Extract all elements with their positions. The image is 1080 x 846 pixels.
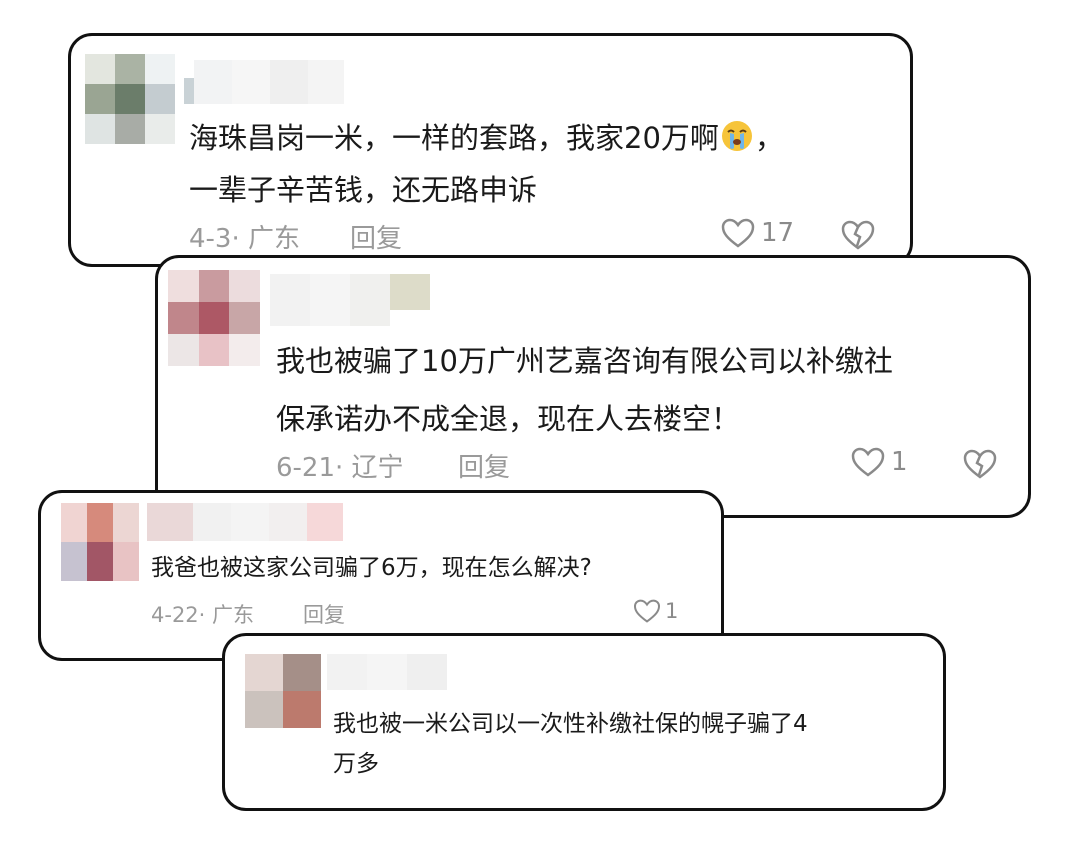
avatar[interactable]: [61, 503, 139, 581]
comment-line-2: 保承诺办不成全退，现在人去楼空！: [276, 402, 741, 436]
username-blurred[interactable]: [270, 274, 440, 326]
username-blurred[interactable]: [184, 60, 344, 104]
like-button[interactable]: 17: [721, 218, 794, 248]
comment-card-4: 我也被一米公司以一次性补缴社保的幌子骗了4 万多: [222, 633, 946, 811]
heart-icon: [633, 599, 661, 623]
comment-text: 我也被骗了10万广州艺嘉咨询有限公司以补缴社 保承诺办不成全退，现在人去楼空！: [276, 332, 893, 448]
heart-icon: [851, 447, 885, 477]
comment-line-1: 我也被骗了10万广州艺嘉咨询有限公司以补缴社: [276, 344, 893, 378]
comment-text: 我也被一米公司以一次性补缴社保的幌子骗了4 万多: [333, 704, 808, 784]
crying-face-icon: [721, 120, 753, 152]
comment-date-region: 4-22· 广东: [151, 603, 255, 627]
comment-text: 海珠昌岗一米，一样的套路，我家20万啊 ， 一辈子辛苦钱，还无路申诉: [189, 112, 784, 216]
broken-heart-icon: [963, 449, 997, 479]
like-button[interactable]: 1: [633, 599, 678, 623]
avatar[interactable]: [85, 54, 175, 144]
comment-card-1: 海珠昌岗一米，一样的套路，我家20万啊 ， 一辈子辛苦钱，还无路申诉 4-3· …: [68, 33, 913, 267]
reply-button[interactable]: 回复: [350, 218, 402, 255]
like-count: 1: [891, 447, 908, 477]
like-count: 1: [665, 599, 679, 623]
comment-line-1: 我爸也被这家公司骗了6万，现在怎么解决?: [151, 555, 592, 581]
username-blurred[interactable]: [327, 654, 447, 690]
reply-button[interactable]: 回复: [303, 599, 345, 629]
comment-line-1a: 海珠昌岗一米，一样的套路，我家20万啊: [189, 121, 719, 155]
comment-date-region: 4-3· 广东: [189, 224, 300, 254]
avatar[interactable]: [168, 270, 260, 366]
broken-heart-icon: [841, 220, 875, 250]
comment-line-2: 一辈子辛苦钱，还无路申诉: [189, 173, 538, 207]
dislike-button[interactable]: [963, 449, 997, 479]
dislike-button[interactable]: [841, 220, 875, 250]
comment-date-region: 6-21· 辽宁: [276, 453, 404, 483]
like-count: 17: [761, 218, 795, 248]
comment-card-2: 我也被骗了10万广州艺嘉咨询有限公司以补缴社 保承诺办不成全退，现在人去楼空！ …: [155, 255, 1031, 518]
comment-line-1b: ，: [754, 121, 784, 155]
comment-line-1: 我也被一米公司以一次性补缴社保的幌子骗了4: [333, 711, 808, 737]
username-blurred[interactable]: [147, 503, 343, 541]
heart-icon: [721, 218, 755, 248]
avatar[interactable]: [245, 654, 321, 728]
like-button[interactable]: 1: [851, 447, 908, 477]
reply-button[interactable]: 回复: [458, 447, 510, 484]
comment-line-2: 万多: [333, 751, 379, 777]
